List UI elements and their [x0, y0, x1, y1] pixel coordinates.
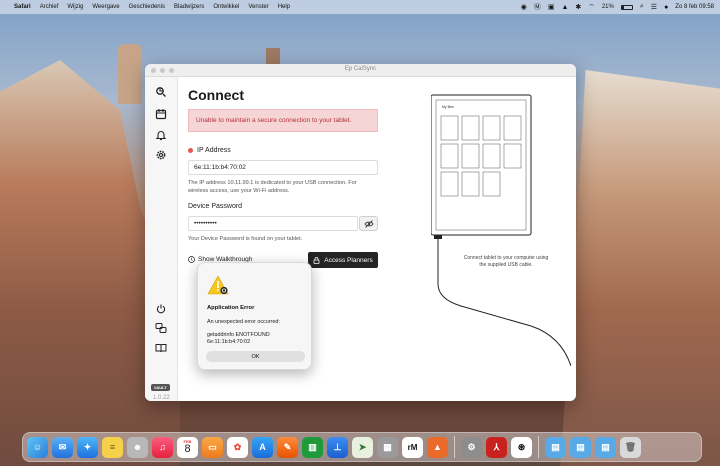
- dock-downloads-folder-icon[interactable]: ▤: [570, 436, 591, 458]
- ip-address-label-text: IP Address: [197, 147, 231, 154]
- dock-remarkable-icon[interactable]: rM: [402, 436, 423, 458]
- device-password-input[interactable]: ••••••••••: [188, 216, 358, 231]
- battery-percent[interactable]: 21%: [602, 4, 614, 10]
- dock-separator-2: [538, 436, 539, 458]
- dock-books-icon[interactable]: ▭: [202, 436, 223, 458]
- toggle-password-visibility-button[interactable]: [359, 216, 378, 231]
- status-icon-bluetooth[interactable]: ✱: [575, 3, 581, 11]
- status-icon-triangle[interactable]: ▲: [561, 4, 568, 11]
- dock-sketch-icon[interactable]: ▲: [427, 436, 448, 458]
- help-circle-icon: [188, 256, 195, 263]
- menu-item-help[interactable]: Help: [278, 4, 290, 10]
- dock-calendar-day: 8: [184, 442, 191, 455]
- dialog-ok-button[interactable]: OK: [206, 351, 305, 362]
- wallpaper-rock-spire: [118, 44, 142, 104]
- dock-photos-icon[interactable]: ✿: [227, 436, 248, 458]
- sidebar-book-icon[interactable]: [154, 341, 168, 355]
- status-icon-box[interactable]: ▣: [548, 3, 555, 11]
- dock-separator: [454, 436, 455, 458]
- tablet-screen-title: My files: [442, 105, 454, 109]
- sidebar: VAULT 1.0.22: [145, 77, 178, 401]
- menu-item-archief[interactable]: Archief: [40, 4, 59, 10]
- dialog-detail-line-2: 6e:11:1b:b4:70:02: [207, 339, 251, 346]
- menu-clock[interactable]: Zo 8 feb 09:58: [675, 4, 714, 10]
- status-icon-a[interactable]: ◉: [521, 3, 527, 11]
- menu-bar: Safari Archief Wijzig Weergave Geschiede…: [0, 0, 720, 14]
- dock-safari-icon[interactable]: ✦: [77, 436, 98, 458]
- user-avatar-icon[interactable]: ●: [664, 4, 668, 11]
- status-icon-m[interactable]: Ⓜ: [534, 2, 541, 12]
- sidebar-sync-icon[interactable]: [154, 85, 168, 99]
- dock: ☺ ✉ ✦ ≡ ☻ ♫ FEB 8 ▭ ✿ A ✎ ▥ ⊥ ➤ ▦ rM ▲ ⚙…: [22, 432, 702, 462]
- dock-music-icon[interactable]: ♫: [152, 436, 173, 458]
- tablet-illustration: [431, 94, 571, 367]
- dock-app-store-icon[interactable]: A: [252, 436, 273, 458]
- ip-address-input[interactable]: 6e:11:1b:b4:70:02: [188, 160, 378, 175]
- wifi-icon[interactable]: ⌔: [588, 3, 595, 12]
- control-center-icon[interactable]: ☰: [651, 3, 657, 11]
- dock-pages-icon[interactable]: ✎: [277, 436, 298, 458]
- ip-address-label: IP Address: [188, 147, 231, 154]
- dock-numbers-icon[interactable]: ▥: [302, 436, 323, 458]
- connection-error-alert: Unable to maintain a secure connection t…: [188, 109, 378, 132]
- dock-calendar-icon[interactable]: FEB 8: [177, 436, 198, 458]
- sidebar-notifications-icon[interactable]: [154, 128, 168, 142]
- window-title: Ep CalSync: [344, 66, 377, 72]
- battery-icon[interactable]: [620, 4, 633, 10]
- app-version: 1.0.22: [153, 395, 170, 401]
- sidebar-translate-icon[interactable]: [154, 321, 168, 335]
- menu-item-bladwijzers[interactable]: Bladwijzers: [174, 4, 204, 10]
- application-error-dialog: Application Error An unexpected error oc…: [197, 262, 312, 370]
- wallpaper-cliff-right: [560, 70, 720, 466]
- dock-documents-folder-icon[interactable]: ▤: [595, 436, 616, 458]
- dock-finder-icon[interactable]: ☺: [27, 436, 48, 458]
- dialog-title: Application Error: [207, 305, 255, 311]
- dock-contacts-icon[interactable]: ☻: [127, 436, 148, 458]
- eye-slash-icon: [363, 219, 374, 228]
- dock-calculator-icon[interactable]: ▦: [377, 436, 398, 458]
- menu-extras: ◉ Ⓜ ▣ ▲ ✱ ⌔ 21% ⌕ ☰ ● Zo 8 feb 09:58: [521, 2, 714, 12]
- access-planners-label: Access Planners: [324, 256, 373, 264]
- menu-item-geschiedenis[interactable]: Geschiedenis: [129, 4, 165, 10]
- dialog-detail: getaddrinfo ENOTFOUND 6e:11:1b:b4:70:02: [207, 332, 270, 347]
- access-planners-button[interactable]: Access Planners: [308, 252, 378, 268]
- dock-folder-icon[interactable]: ▤: [545, 436, 566, 458]
- dock-notes-icon[interactable]: ≡: [102, 436, 123, 458]
- menu-item-weergave[interactable]: Weergave: [92, 4, 119, 10]
- tablet-illustration-caption: Connect tablet to your computer using th…: [463, 255, 549, 268]
- dock-system-settings-icon[interactable]: ⚙: [461, 436, 482, 458]
- search-icon[interactable]: ⌕: [640, 3, 644, 11]
- lock-icon: [313, 256, 320, 264]
- device-password-label: Device Password: [188, 203, 243, 210]
- warning-icon: [207, 275, 229, 295]
- ip-address-help: The IP address 10.11.99.1 is dedicated t…: [188, 180, 357, 195]
- dock-keynote-icon[interactable]: ⊥: [327, 436, 348, 458]
- dialog-message: An unexpected error occurred:: [207, 319, 280, 325]
- connection-status-dot: [188, 147, 193, 153]
- sidebar-power-icon[interactable]: [154, 302, 168, 316]
- menu-item-venster[interactable]: Venster: [248, 4, 268, 10]
- dock-mail-icon[interactable]: ✉: [52, 436, 73, 458]
- sidebar-planner-icon[interactable]: [154, 107, 168, 121]
- device-password-help: Your Device Password is found on your ta…: [188, 236, 303, 242]
- window-titlebar[interactable]: Ep CalSync: [145, 64, 576, 77]
- menu-item-ontwikkel[interactable]: Ontwikkel: [213, 4, 239, 10]
- dock-trash-icon[interactable]: 🗑: [620, 436, 641, 458]
- dock-ep-calsync-icon[interactable]: ⊛: [511, 436, 532, 458]
- page-title: Connect: [188, 87, 244, 103]
- menu-item-wijzig[interactable]: Wijzig: [67, 4, 83, 10]
- sidebar-settings-gear-icon[interactable]: [154, 148, 168, 162]
- dock-maps-icon[interactable]: ➤: [352, 436, 373, 458]
- vault-badge[interactable]: VAULT: [151, 384, 170, 391]
- dialog-detail-line-1: getaddrinfo ENOTFOUND: [207, 332, 270, 338]
- dock-acrobat-icon[interactable]: ⅄: [486, 436, 507, 458]
- menu-app-name[interactable]: Safari: [14, 4, 31, 10]
